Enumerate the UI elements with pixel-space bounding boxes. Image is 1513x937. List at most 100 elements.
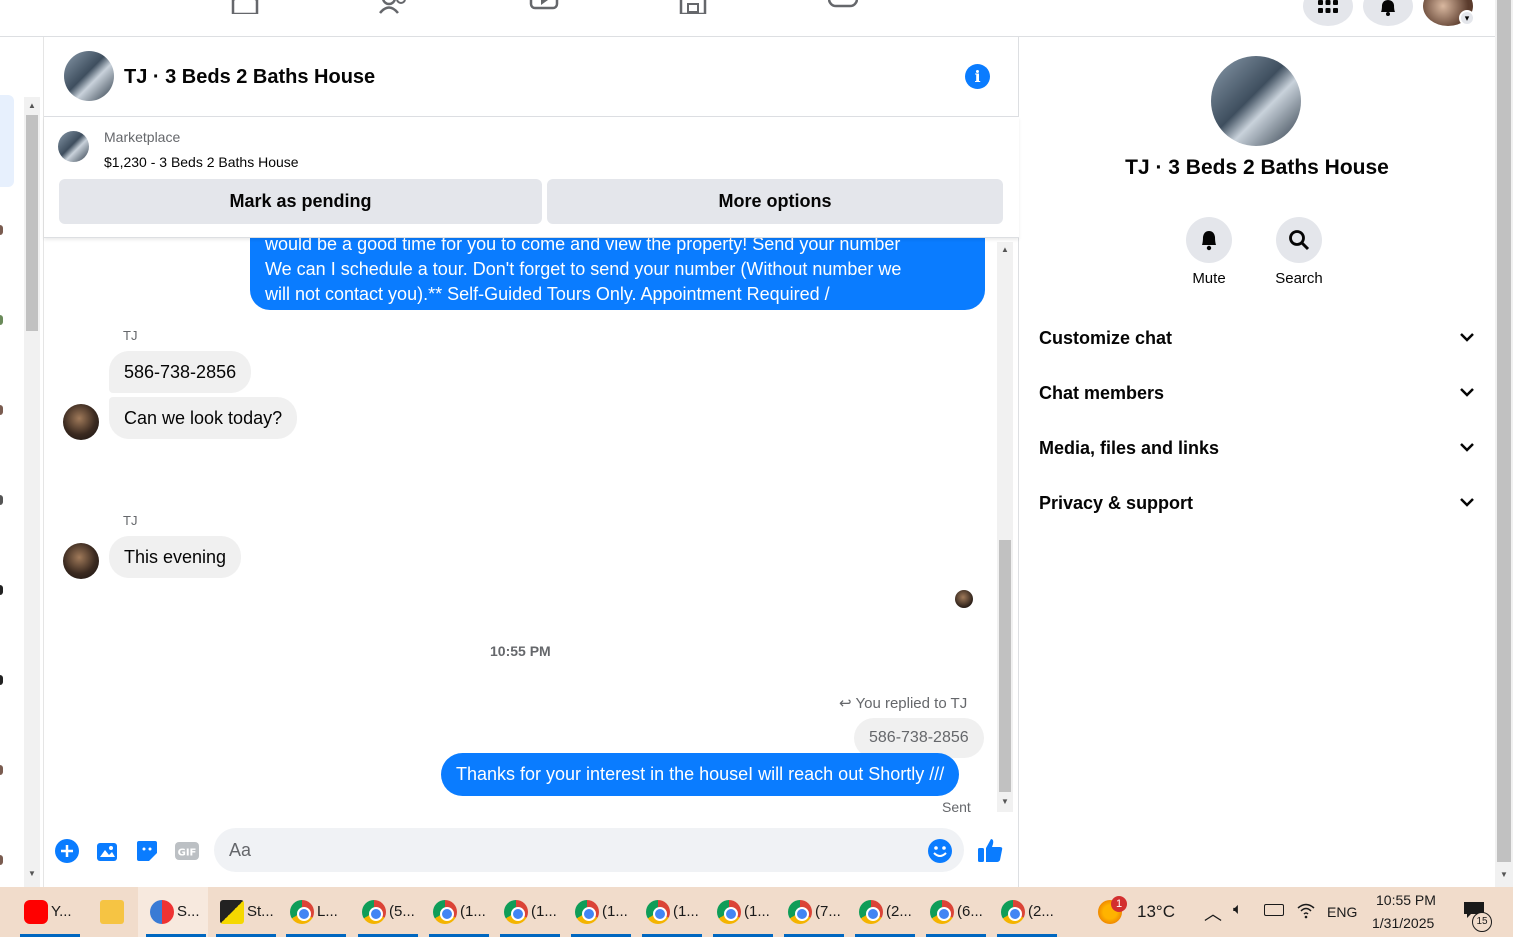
privacy-support-section[interactable]: Privacy & support — [1039, 483, 1475, 523]
chat-avatar-edge[interactable] — [0, 495, 3, 505]
chrome-icon — [717, 900, 741, 924]
search-icon[interactable] — [1276, 217, 1322, 263]
taskbar-label: (2... — [1028, 903, 1054, 920]
taskbar-snipping-tool[interactable]: S... — [138, 887, 208, 937]
chat-avatar-edge[interactable] — [0, 225, 3, 235]
conversation-avatar[interactable] — [64, 51, 114, 101]
taskbar-chrome-window[interactable]: (1... — [705, 887, 775, 937]
chrome-icon — [1001, 900, 1025, 924]
friends-icon[interactable] — [379, 0, 409, 14]
message-scrollbar[interactable]: ▲ ▼ — [997, 242, 1013, 812]
chat-avatar-edge[interactable] — [0, 855, 3, 865]
listing-title[interactable]: $1,230 - 3 Beds 2 Baths House — [104, 154, 299, 170]
info-icon[interactable]: i — [965, 64, 990, 89]
home-icon[interactable] — [230, 0, 260, 16]
listing-thumbnail[interactable] — [58, 131, 89, 162]
media-files-links-section[interactable]: Media, files and links — [1039, 428, 1475, 468]
chevron-down-icon — [1459, 483, 1475, 537]
chat-avatar-edge[interactable] — [0, 585, 3, 595]
chat-avatar-edge[interactable] — [0, 315, 3, 325]
selected-chat-indicator[interactable] — [0, 95, 14, 187]
chevron-down-icon[interactable]: ▾ — [1459, 10, 1475, 26]
taskbar-chrome-window[interactable]: (2... — [989, 887, 1059, 937]
message-input[interactable]: Aa — [214, 828, 964, 872]
scroll-down-arrow[interactable]: ▼ — [1500, 870, 1508, 879]
menu-grid-icon[interactable] — [1303, 0, 1353, 26]
bell-icon[interactable] — [1186, 217, 1232, 263]
chat-avatar-edge[interactable] — [0, 675, 3, 685]
photo-icon[interactable] — [94, 838, 120, 864]
taskbar-chrome-window[interactable]: (1... — [421, 887, 491, 937]
clock-time[interactable]: 10:55 PM — [1376, 892, 1436, 908]
mute-button[interactable]: Mute — [1174, 217, 1244, 287]
taskbar-chrome-window[interactable]: (2... — [847, 887, 917, 937]
gif-icon[interactable]: GIF — [174, 838, 200, 864]
battery-icon[interactable] — [1264, 904, 1284, 916]
taskbar-chrome-window[interactable]: (1... — [492, 887, 562, 937]
details-title: TJ · 3 Beds 2 Baths House — [1125, 156, 1389, 179]
scroll-down-arrow[interactable]: ▼ — [1001, 797, 1009, 806]
taskbar-chrome-window[interactable]: (6... — [918, 887, 988, 937]
quoted-message[interactable]: 586-738-2856 — [854, 718, 984, 758]
profile-avatar[interactable]: ▾ — [1423, 0, 1475, 26]
taskbar-chrome-window[interactable]: (5... — [350, 887, 420, 937]
chat-avatar-edge[interactable] — [0, 405, 3, 415]
notification-count: 15 — [1472, 912, 1492, 932]
chevron-up-icon[interactable]: ︿ — [1204, 900, 1222, 926]
taskbar-label: (5... — [389, 903, 415, 920]
speaker-icon[interactable]: 🔈︎ — [1233, 901, 1243, 919]
taskbar-label: (1... — [531, 903, 557, 920]
incoming-message[interactable]: Can we look today? — [109, 397, 298, 439]
message-line: will not contact you).** Self-Guided Tou… — [265, 284, 830, 304]
scissors-icon — [150, 900, 174, 924]
wifi-icon[interactable] — [1296, 901, 1316, 924]
chat-list-scrollbar[interactable]: ▲ ▼ — [24, 97, 40, 887]
scroll-down-arrow[interactable]: ▼ — [28, 869, 36, 878]
message-line: We can I schedule a tour. Don't forget t… — [265, 259, 902, 279]
conversation-title[interactable]: TJ · 3 Beds 2 Baths House — [124, 66, 375, 89]
outgoing-message[interactable]: would be a good time for you to come and… — [250, 238, 985, 310]
taskbar-file-explorer[interactable] — [88, 887, 138, 937]
taskbar-chrome-window[interactable]: (1... — [634, 887, 704, 937]
thumbs-up-icon[interactable] — [976, 836, 1004, 864]
sender-avatar[interactable] — [63, 404, 99, 440]
chat-avatar-edge[interactable] — [0, 765, 3, 775]
taskbar-sticky-notes[interactable]: St... — [208, 887, 278, 937]
taskbar-chrome-window[interactable]: L... — [278, 887, 348, 937]
marketplace-card: Marketplace $1,230 - 3 Beds 2 Baths Hous… — [44, 117, 1019, 238]
scroll-up-arrow[interactable]: ▲ — [1001, 245, 1009, 254]
taskbar-chrome-window[interactable]: (1... — [563, 887, 633, 937]
scrollbar-thumb[interactable] — [26, 115, 38, 331]
mark-as-pending-button[interactable]: Mark as pending — [59, 179, 542, 224]
marketplace-icon[interactable] — [678, 0, 708, 16]
message-status: Sent — [942, 799, 971, 815]
message-composer: GIF Aa — [44, 822, 1019, 887]
plus-circle-icon[interactable] — [54, 838, 80, 864]
incoming-message[interactable]: 586-738-2856 — [109, 351, 252, 393]
temperature[interactable]: 13°C — [1137, 902, 1175, 922]
page-scrollbar[interactable]: ▼ — [1495, 0, 1513, 887]
details-avatar[interactable] — [1211, 56, 1301, 146]
incoming-message[interactable]: This evening — [109, 536, 242, 578]
taskbar-label: (1... — [602, 903, 628, 920]
chrome-icon — [504, 900, 528, 924]
scrollbar-thumb[interactable] — [999, 540, 1011, 792]
video-icon[interactable] — [529, 0, 559, 14]
language-indicator[interactable]: ENG — [1327, 904, 1357, 920]
search-button[interactable]: Search — [1264, 217, 1334, 287]
more-options-button[interactable]: More options — [547, 179, 1003, 224]
conversation-panel: TJ · 3 Beds 2 Baths House i would be a g… — [44, 37, 1019, 887]
taskbar-chrome-window[interactable]: (7... — [776, 887, 846, 937]
outgoing-message[interactable]: Thanks for your interest in the houseI w… — [441, 753, 960, 796]
chat-members-section[interactable]: Chat members — [1039, 373, 1475, 413]
emoji-icon[interactable] — [927, 838, 953, 864]
notifications-bell-icon[interactable] — [1363, 0, 1413, 26]
sticker-icon[interactable] — [134, 838, 160, 864]
sender-avatar[interactable] — [63, 543, 99, 579]
taskbar-youtube[interactable]: Y... — [12, 887, 84, 937]
customize-chat-section[interactable]: Customize chat — [1039, 318, 1475, 358]
clock-date[interactable]: 1/31/2025 — [1372, 915, 1434, 931]
scrollbar-thumb[interactable] — [1497, 0, 1511, 862]
gaming-icon[interactable] — [827, 0, 859, 14]
scroll-up-arrow[interactable]: ▲ — [28, 101, 36, 110]
